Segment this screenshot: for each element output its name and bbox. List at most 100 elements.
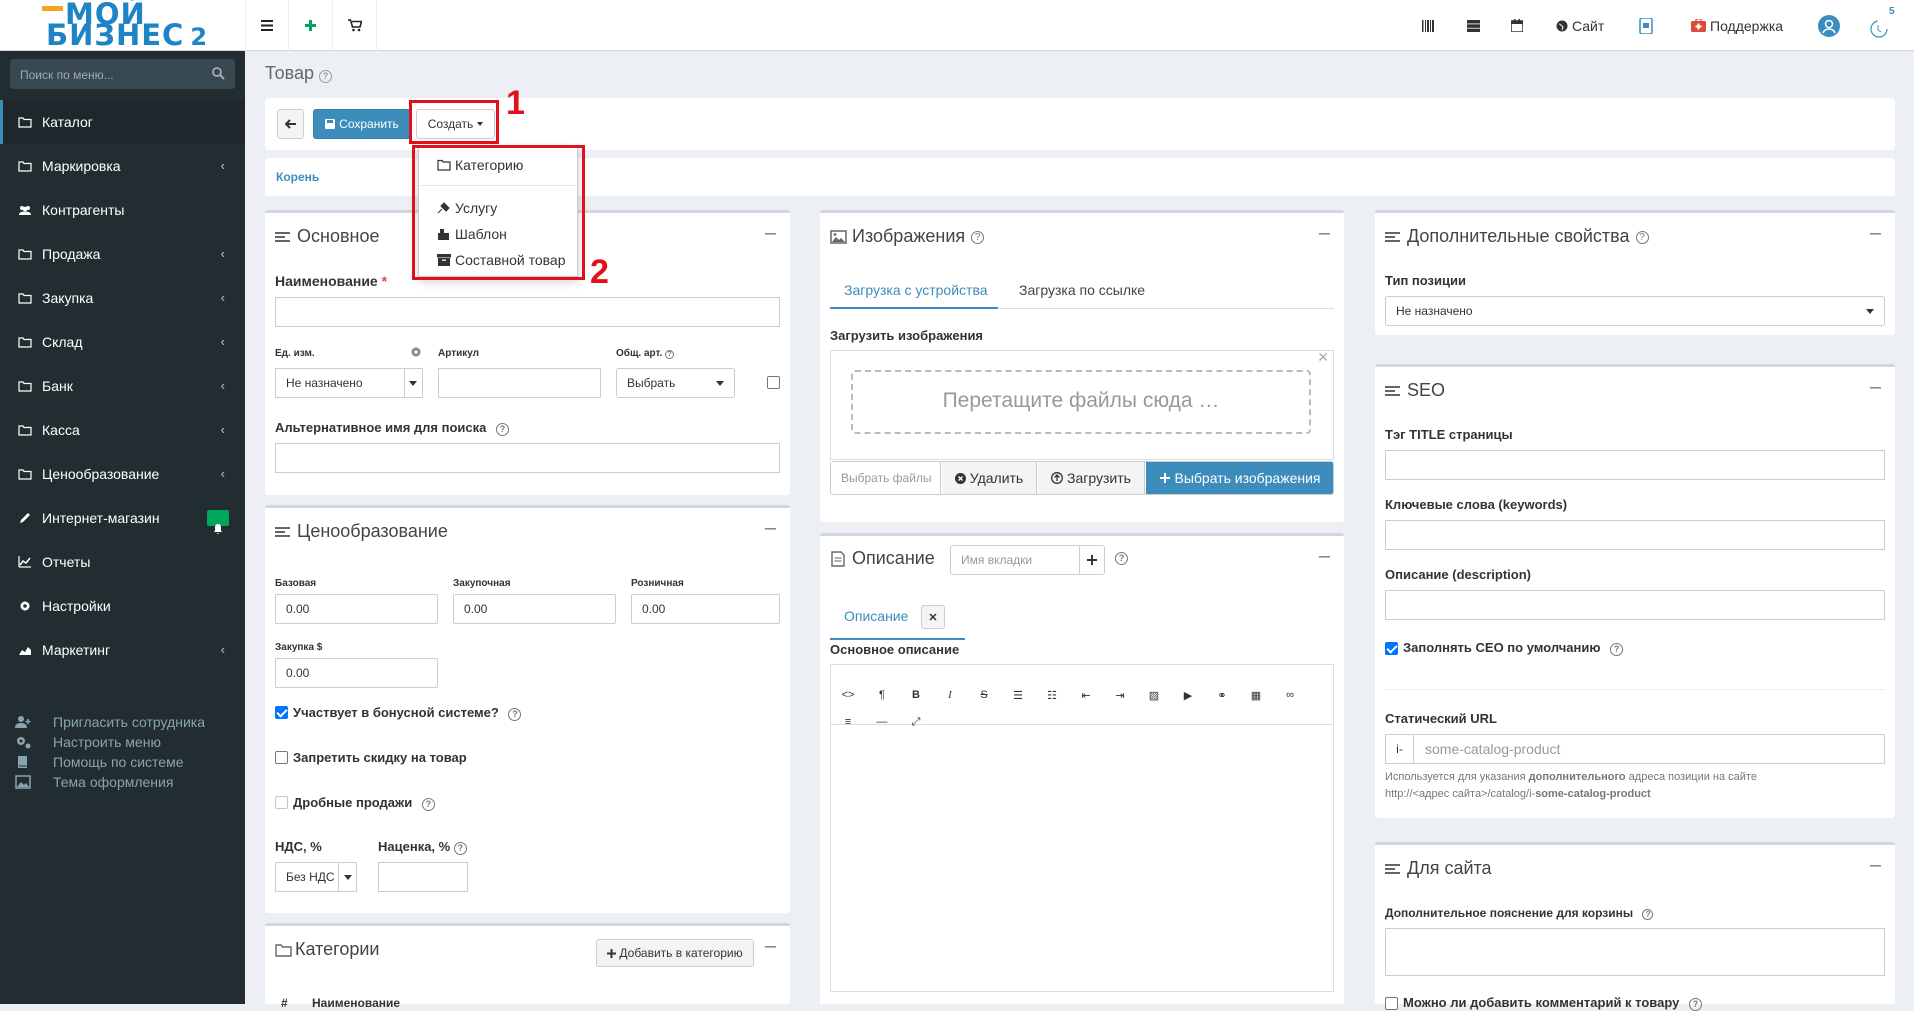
fractional-checkbox[interactable] [275, 796, 288, 809]
ordered-list-icon[interactable]: ☷ [1045, 689, 1059, 702]
strikethrough-icon[interactable]: S [977, 689, 991, 701]
unordered-list-icon[interactable]: ☰ [1011, 689, 1025, 702]
notifications-button[interactable]: 5 [1869, 0, 1895, 51]
tab-description[interactable]: Описание [844, 608, 908, 624]
name-input[interactable] [275, 297, 780, 327]
add-button[interactable] [289, 0, 333, 51]
server-button[interactable] [1467, 0, 1480, 51]
code-view-icon[interactable]: <> [841, 689, 855, 701]
help-icon[interactable]: ? [1688, 998, 1702, 1011]
logo[interactable]: МОЙ БИЗНЕС 2 [0, 0, 245, 51]
collapse-button[interactable]: – [1870, 855, 1881, 875]
save-button[interactable]: Сохранить [313, 109, 411, 139]
help-icon[interactable]: ? [453, 842, 467, 855]
collapse-button[interactable]: – [1870, 223, 1881, 243]
insert-image-icon[interactable]: ▨ [1147, 689, 1161, 702]
base-price-input[interactable]: 0.00 [275, 594, 438, 624]
article-input[interactable] [438, 368, 601, 398]
help-icon[interactable]: ? [1635, 231, 1649, 244]
breadcrumb-root[interactable]: Корень [276, 170, 319, 184]
invite-employee-link[interactable]: Пригласить сотрудника [15, 712, 205, 732]
paragraph-icon[interactable]: ¶ [875, 689, 889, 701]
cart-note-textarea[interactable] [1385, 928, 1885, 976]
rich-text-editor[interactable] [830, 664, 1334, 992]
collapse-button[interactable]: – [765, 936, 776, 956]
sidebar-item-settings[interactable]: Настройки [0, 584, 245, 628]
sidebar-item-warehouse[interactable]: Склад ‹ [0, 320, 245, 364]
sidebar-item-catalog[interactable]: Каталог [0, 100, 245, 144]
file-drop-area[interactable]: ✕ Перетащите файлы сюда … [830, 349, 1334, 460]
tab-name-input[interactable]: Имя вкладки [950, 545, 1100, 575]
fill-seo-checkbox[interactable] [1385, 642, 1398, 655]
configure-menu-link[interactable]: Настроить меню [15, 732, 205, 752]
help-link[interactable]: Помощь по системе [15, 752, 205, 772]
collapse-button[interactable]: – [1319, 546, 1330, 566]
choose-files-field[interactable]: Выбрать файлы [831, 462, 941, 494]
help-icon[interactable]: ? [971, 231, 985, 244]
sidebar-item-eshop[interactable]: Интернет-магазин [0, 496, 245, 540]
align-icon[interactable]: ≡ [841, 716, 855, 728]
no-discount-checkbox[interactable] [275, 751, 288, 764]
collapse-button[interactable]: – [1870, 377, 1881, 397]
remove-tab-button[interactable]: ✕ [921, 605, 945, 629]
site-link[interactable]: Сайт [1556, 0, 1604, 51]
position-type-select[interactable]: Не назначено [1385, 296, 1885, 326]
tab-upload-device[interactable]: Загрузка с устройства [844, 282, 988, 298]
italic-icon[interactable]: I [943, 689, 957, 701]
theme-link[interactable]: Тема оформления [15, 772, 205, 792]
search-icon[interactable] [211, 66, 225, 80]
keywords-input[interactable] [1385, 520, 1885, 550]
link-icon[interactable]: ⚭ [1215, 689, 1229, 702]
sidebar-item-contractors[interactable]: Контрагенты [0, 188, 245, 232]
unit-select[interactable]: Не назначено [275, 368, 423, 398]
purchase-price-input[interactable]: 0.00 [453, 594, 616, 624]
indent-icon[interactable]: ⇥ [1113, 689, 1127, 702]
back-button[interactable] [277, 109, 304, 139]
common-article-checkbox[interactable] [767, 376, 780, 389]
sidebar-item-pricing[interactable]: Ценообразование ‹ [0, 452, 245, 496]
meta-description-input[interactable] [1385, 590, 1885, 620]
gear-icon[interactable] [410, 346, 422, 358]
barcode-button[interactable] [1422, 0, 1435, 51]
help-icon[interactable]: ? [665, 350, 675, 359]
common-article-select[interactable]: Выбрать [616, 368, 735, 398]
usd-price-input[interactable]: 0.00 [275, 658, 438, 688]
table-icon[interactable]: ▦ [1249, 689, 1263, 702]
sidebar-item-bank[interactable]: Банк ‹ [0, 364, 245, 408]
static-url-input[interactable]: some-catalog-product [1415, 735, 1885, 763]
vat-select[interactable]: Без НДС [275, 862, 357, 892]
support-link[interactable]: Поддержка [1691, 0, 1783, 51]
retail-price-input[interactable]: 0.00 [631, 594, 780, 624]
cart-button[interactable] [333, 0, 377, 51]
fullscreen-icon[interactable]: ⤢ [909, 716, 923, 729]
drop-zone[interactable]: Перетащите файлы сюда … [851, 370, 1311, 434]
kiosk-button[interactable] [1639, 0, 1653, 51]
help-icon[interactable]: ? [508, 708, 522, 721]
sidebar-item-marketing[interactable]: Маркетинг ‹ [0, 628, 245, 672]
help-icon[interactable]: ? [1642, 909, 1654, 920]
add-to-category-button[interactable]: Добавить в категорию [596, 939, 754, 967]
sidebar-item-reports[interactable]: Отчеты [0, 540, 245, 584]
delete-button[interactable]: Удалить [942, 462, 1037, 494]
bonus-checkbox[interactable] [275, 706, 288, 719]
insert-video-icon[interactable]: ▶ [1181, 689, 1195, 702]
alt-name-input[interactable] [275, 443, 780, 473]
select-images-button[interactable]: Выбрать изображения [1146, 462, 1333, 494]
unlink-icon[interactable]: ∞ [1283, 689, 1297, 701]
calendar-button[interactable] [1511, 0, 1523, 51]
close-icon[interactable]: ✕ [1317, 349, 1329, 366]
help-icon[interactable]: ? [319, 70, 332, 83]
outdent-icon[interactable]: ⇤ [1079, 689, 1093, 702]
help-icon[interactable]: ? [496, 423, 509, 436]
horizontal-rule-icon[interactable]: — [875, 716, 889, 728]
help-icon[interactable]: ? [1610, 643, 1624, 656]
bold-icon[interactable]: B [909, 689, 923, 701]
sidebar-item-marking[interactable]: Маркировка ‹ [0, 144, 245, 188]
sidebar-item-purchase[interactable]: Закупка ‹ [0, 276, 245, 320]
help-icon[interactable]: ? [1115, 552, 1128, 565]
menu-toggle-button[interactable] [245, 0, 289, 51]
menu-search-input[interactable]: Поиск по меню... [10, 59, 235, 89]
tab-upload-link[interactable]: Загрузка по ссылке [1019, 282, 1145, 298]
collapse-button[interactable]: – [765, 223, 776, 243]
sidebar-item-sales[interactable]: Продажа ‹ [0, 232, 245, 276]
